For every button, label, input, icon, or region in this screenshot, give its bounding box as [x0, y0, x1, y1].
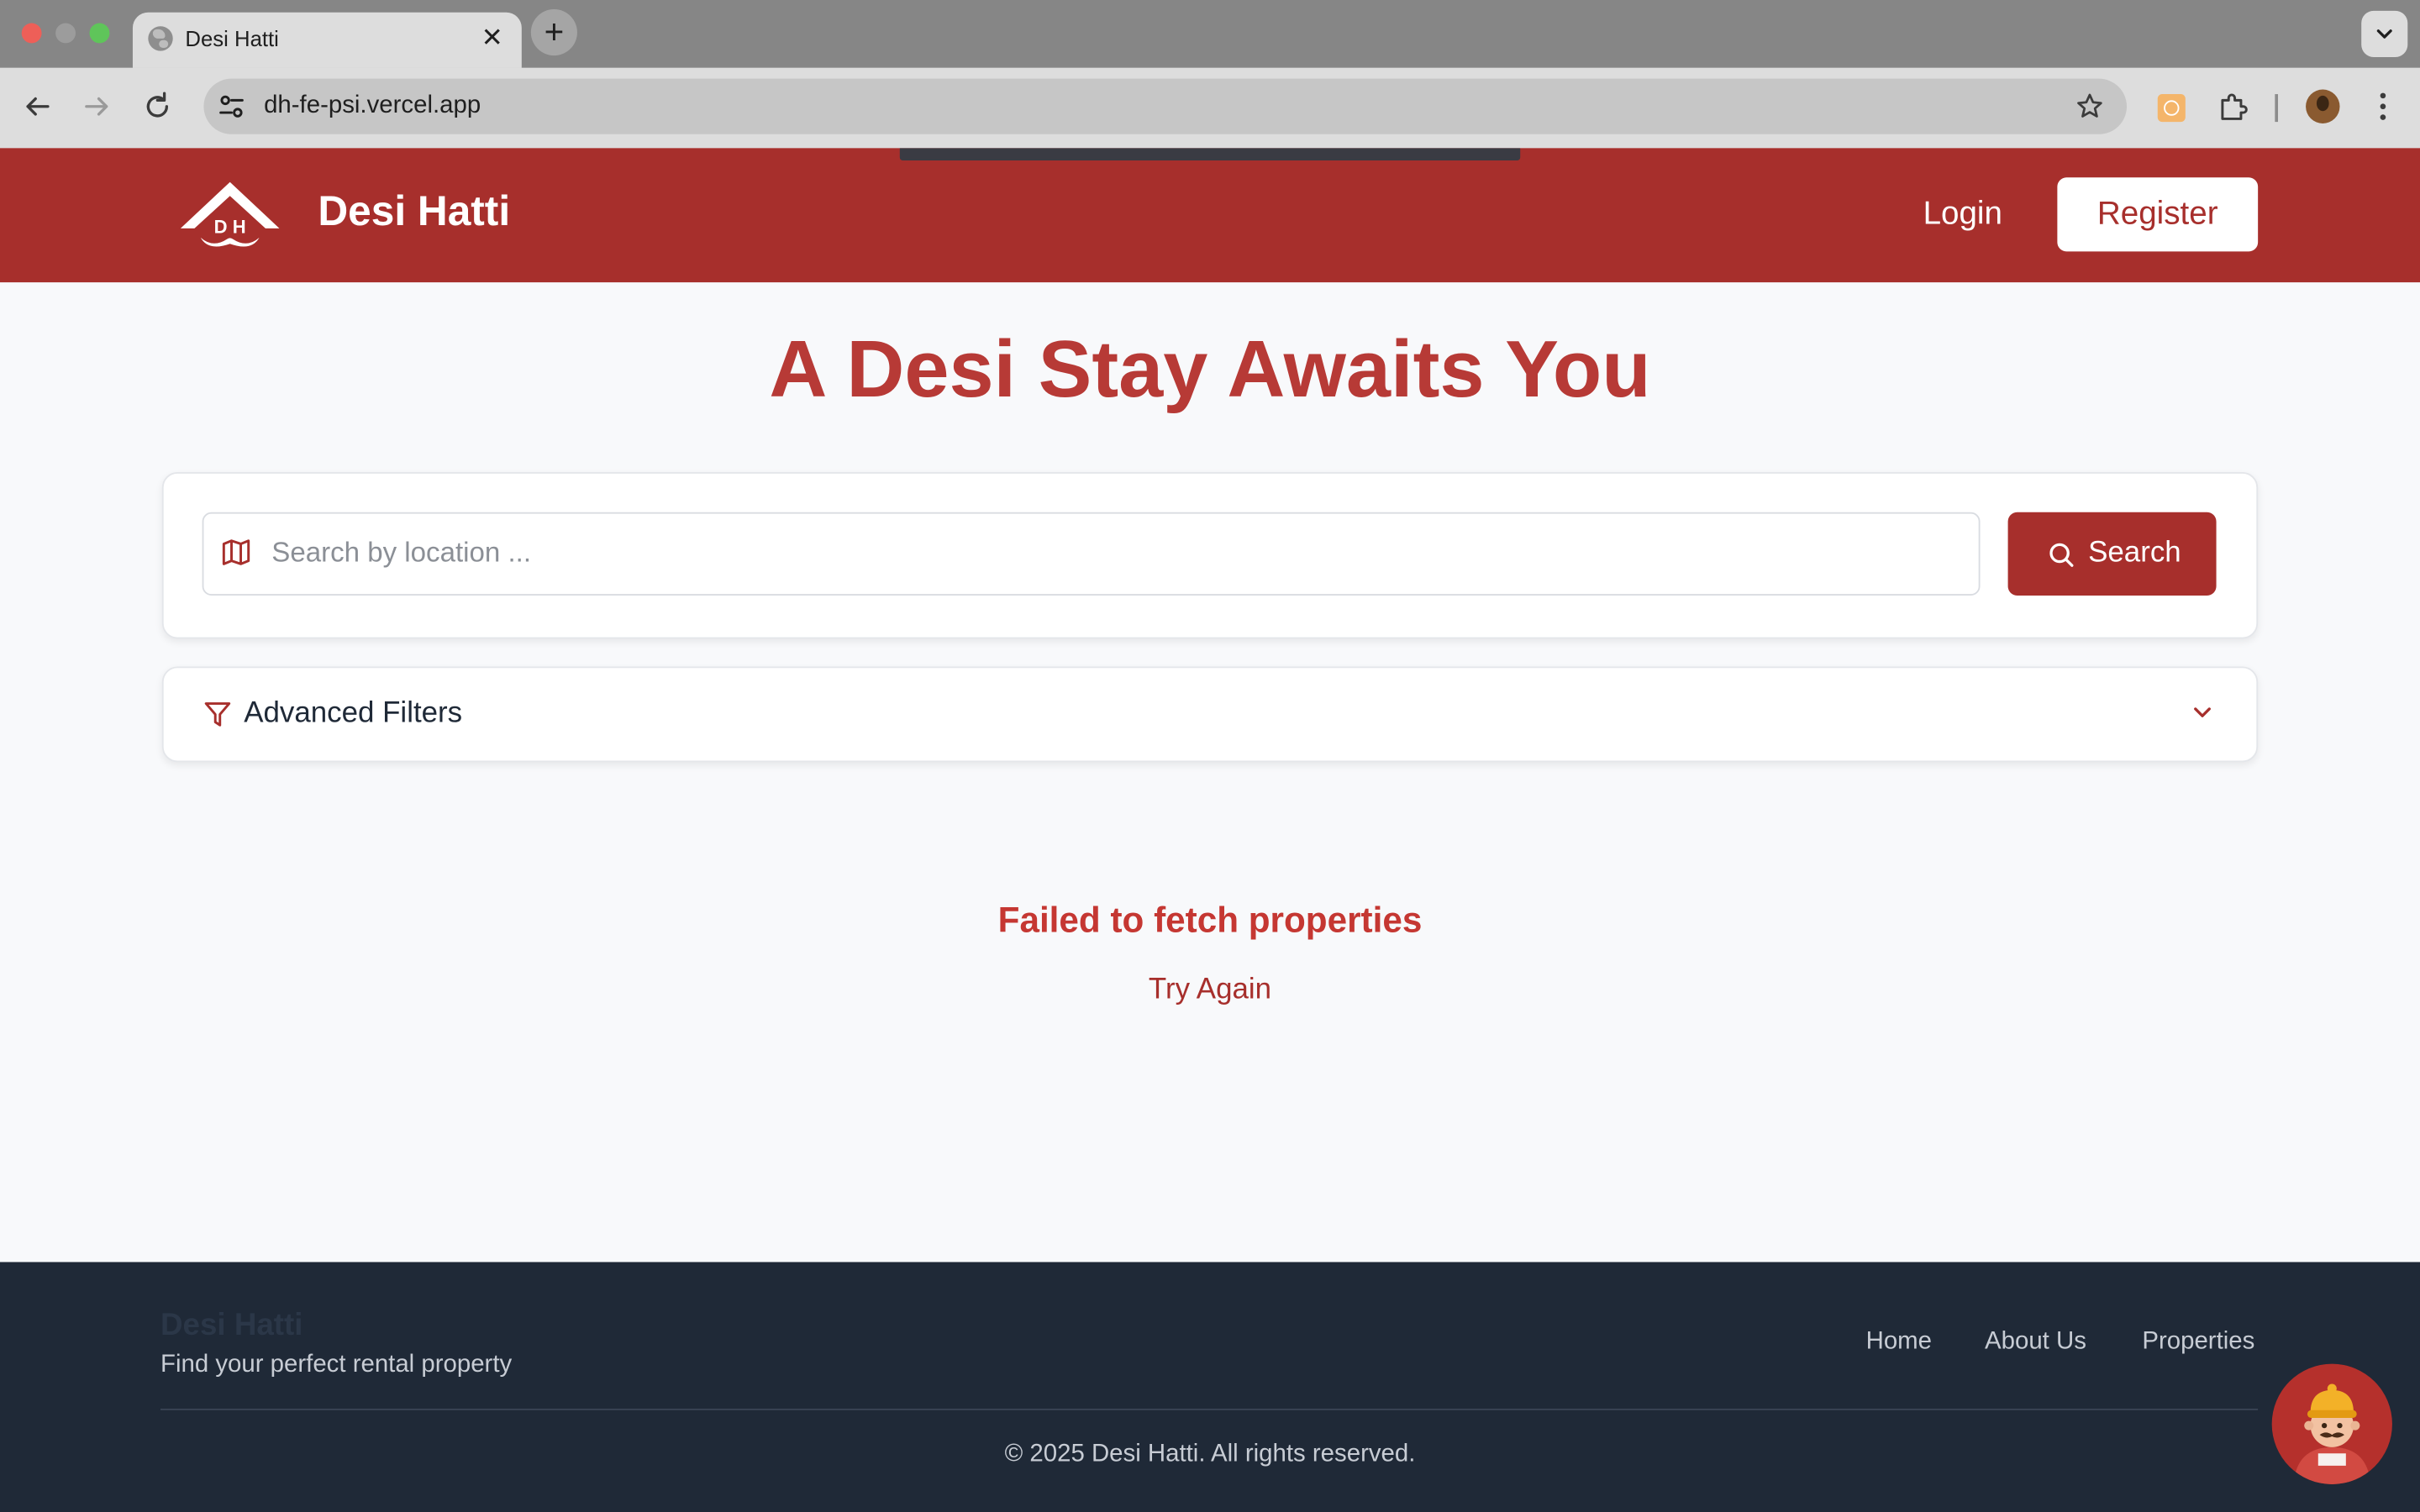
hero-title: A Desi Stay Awaits You [769, 325, 1651, 416]
chevron-down-icon [2376, 29, 2392, 39]
address-bar[interactable]: dh-fe-psi.vercel.app [203, 78, 2128, 134]
toolbar-divider [2275, 94, 2279, 123]
advanced-filters-toggle[interactable]: Advanced Filters [161, 666, 2259, 763]
footer-link-about-us[interactable]: About Us [1985, 1328, 2086, 1356]
search-icon [2049, 543, 2074, 567]
search-field[interactable] [202, 512, 1981, 596]
window-maximize-button[interactable] [89, 23, 110, 44]
tab-search-button[interactable] [2361, 10, 2408, 57]
site-brand[interactable]: Desi Hatti [318, 188, 510, 236]
filter-icon [204, 702, 231, 727]
globe-icon [148, 26, 173, 51]
error-message: Failed to fetch properties [997, 899, 1423, 940]
tab-title: Desi Hatti [185, 26, 279, 51]
chevron-down-icon [2194, 707, 2211, 717]
puzzle-icon[interactable] [2217, 90, 2250, 123]
footer-tagline: Find your perfect rental property [160, 1351, 513, 1378]
logo-text: D H [214, 216, 246, 237]
arrow-left-icon[interactable] [18, 88, 55, 125]
register-button[interactable]: Register [2057, 177, 2259, 252]
toast-strip [899, 148, 1521, 161]
footer-copyright: © 2025 Desi Hatti. All rights reserved. [1004, 1441, 1416, 1467]
url-text[interactable]: dh-fe-psi.vercel.app [264, 92, 481, 120]
star-icon[interactable] [2075, 91, 2106, 122]
login-link[interactable]: Login [1923, 196, 2002, 233]
mascot-icon [2293, 1383, 2371, 1484]
extension-icon[interactable] [2157, 94, 2186, 123]
reload-icon[interactable] [139, 88, 176, 125]
page-root: Desi Hatti ✕ + dh-fe-psi.vercel.app D H … [0, 0, 2420, 1512]
map-icon [222, 539, 250, 565]
footer-link-home[interactable]: Home [1866, 1328, 1932, 1356]
arrow-right-icon[interactable] [79, 88, 116, 125]
footer-divider [160, 1408, 2259, 1410]
avatar[interactable] [2306, 89, 2340, 123]
search-button[interactable]: Search [2007, 512, 2217, 596]
browser-tab[interactable]: Desi Hatti ✕ [132, 12, 522, 68]
tune-icon[interactable] [218, 92, 245, 120]
search-input[interactable] [271, 515, 1954, 590]
advanced-filters-label: Advanced Filters [244, 697, 463, 730]
window-minimize-button[interactable] [55, 23, 76, 44]
window-close-button[interactable] [21, 23, 42, 44]
kebab-icon[interactable] [2370, 90, 2395, 123]
tab-close-button[interactable]: ✕ [481, 24, 503, 50]
try-again-button[interactable]: Try Again [1133, 974, 1287, 1007]
browser-toolbar: dh-fe-psi.vercel.app [0, 67, 2420, 149]
site-logo[interactable]: D H [176, 176, 284, 253]
footer-link-properties[interactable]: Properties [2142, 1328, 2254, 1356]
site-footer [0, 1262, 2420, 1512]
chatbot-avatar[interactable] [2271, 1363, 2392, 1484]
new-tab-button[interactable]: + [530, 9, 577, 56]
search-button-label: Search [2088, 537, 2181, 570]
browser-tab-bar: Desi Hatti ✕ + [0, 0, 2420, 68]
footer-brand: Desi Hatti [160, 1308, 303, 1342]
